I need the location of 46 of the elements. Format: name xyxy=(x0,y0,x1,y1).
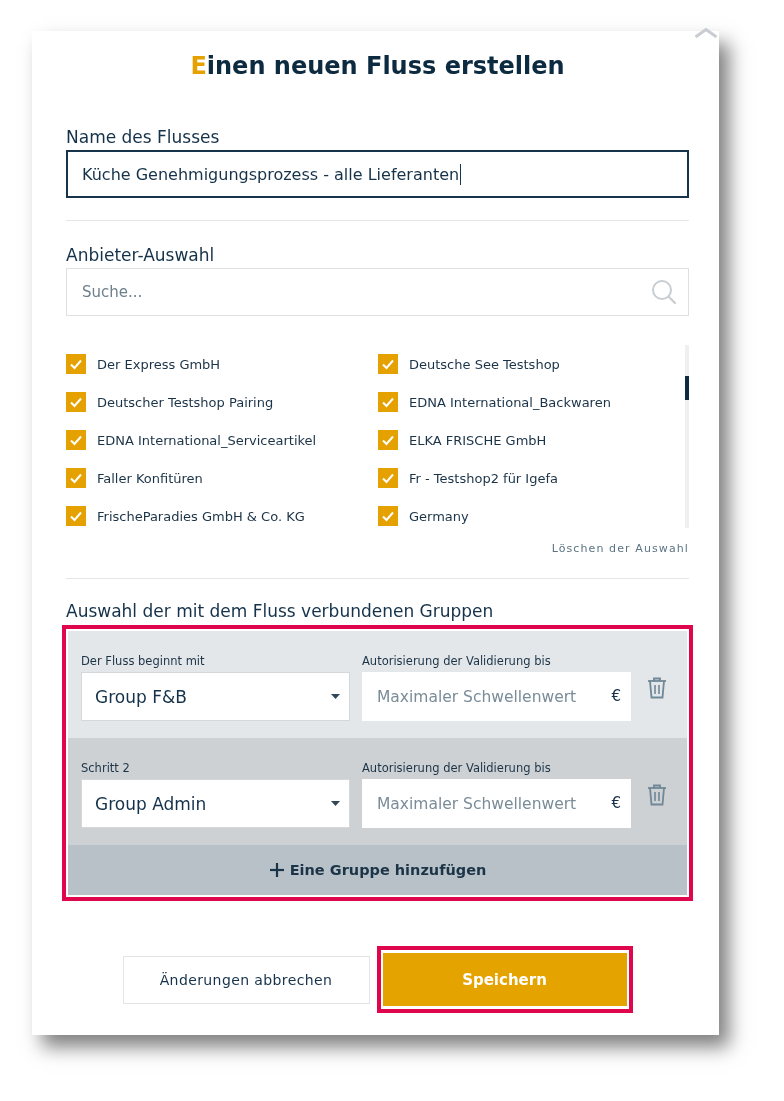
supplier-name: EDNA International_Serviceartikel xyxy=(97,432,317,448)
checkbox[interactable] xyxy=(66,468,86,488)
group-select[interactable]: Group F&B xyxy=(81,672,350,721)
cancel-button[interactable]: Änderungen abbrechen xyxy=(122,955,370,1004)
supplier-name: Fr - Testshop2 für Igefa xyxy=(409,470,558,486)
trash-icon[interactable] xyxy=(647,677,667,699)
threshold-label: Autorisierung der Validierung bis xyxy=(362,761,552,775)
field-label: Name des Flusses xyxy=(66,127,221,147)
name-field[interactable]: Küche Genehmigungsprozess - alle Lieferanten xyxy=(66,150,689,198)
checkbox[interactable] xyxy=(378,354,398,374)
currency-sign: € xyxy=(611,794,621,812)
search-icon[interactable] xyxy=(651,279,677,305)
caret-icon xyxy=(331,801,340,806)
threshold-label: Autorisierung der Validierung bis xyxy=(362,654,552,668)
checkbox[interactable] xyxy=(66,430,86,450)
checkbox[interactable] xyxy=(66,506,86,526)
search-field[interactable]: Suche... xyxy=(66,268,689,316)
scrollbar-thumb[interactable] xyxy=(685,376,689,400)
section-label: Anbieter-Auswahl xyxy=(66,245,216,265)
checkbox[interactable] xyxy=(378,506,398,526)
dialog-title: Einen neuen Fluss erstellen xyxy=(189,51,566,81)
clear-selection-link[interactable]: Löschen der Auswahl xyxy=(551,542,689,555)
checkbox[interactable] xyxy=(66,354,86,374)
trash-icon[interactable] xyxy=(647,784,667,806)
checkbox[interactable] xyxy=(378,430,398,450)
plus-icon xyxy=(268,862,285,878)
checkbox[interactable] xyxy=(378,392,398,412)
currency-sign: € xyxy=(611,687,621,705)
supplier-name: Der Express GmbH xyxy=(97,356,221,372)
checkbox[interactable] xyxy=(66,392,86,412)
close-icon[interactable] xyxy=(694,28,718,38)
supplier-name: Faller Konfitüren xyxy=(97,470,203,486)
step-label: Schritt 2 xyxy=(81,761,131,775)
caret-icon xyxy=(331,694,340,699)
supplier-name: FrischeParadies GmbH & Co. KG xyxy=(97,508,305,524)
supplier-name: Germany xyxy=(409,508,469,524)
text-cursor-icon xyxy=(460,163,462,185)
group-select[interactable]: Group Admin xyxy=(81,779,350,828)
section-label: Auswahl der mit dem Fluss verbundenen Gruppen xyxy=(66,601,495,621)
supplier-name: Deutscher Testshop Pairing xyxy=(97,394,274,410)
supplier-name: Deutsche See Testshop xyxy=(409,356,560,372)
step-label: Der Fluss beginnt mit xyxy=(81,654,206,668)
add-group-button[interactable]: Eine Gruppe hinzufügen xyxy=(68,845,687,895)
checkbox[interactable] xyxy=(378,468,398,488)
supplier-name: ELKA FRISCHE GmbH xyxy=(409,432,547,448)
supplier-name: EDNA International_Backwaren xyxy=(409,394,611,410)
